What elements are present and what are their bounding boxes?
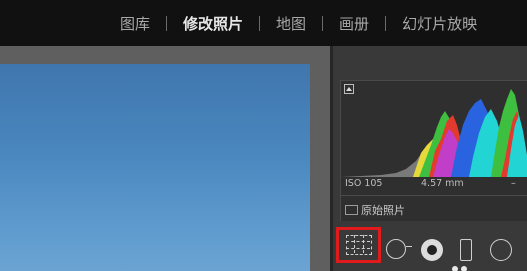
- aperture-value: –: [511, 178, 516, 189]
- module-separator: [259, 15, 261, 31]
- histogram-graph: [341, 89, 527, 177]
- iso-value: ISO 105: [345, 178, 383, 189]
- histogram-panel[interactable]: ISO 105 4.57 mm – 原始照片: [340, 80, 527, 221]
- module-separator: [322, 15, 324, 31]
- shadow-clipping-icon[interactable]: [344, 84, 354, 94]
- module-picker: 图库 修改照片 地图 画册 幻灯片放映: [0, 0, 527, 46]
- red-eye-correction-tool[interactable]: [421, 239, 443, 261]
- lightroom-window: 图库 修改照片 地图 画册 幻灯片放映 ISO 105 4.57 mm – 原始…: [0, 0, 527, 271]
- exif-divider: [341, 195, 527, 196]
- graduated-filter-tool[interactable]: [460, 239, 472, 261]
- crop-overlay-icon: [345, 235, 372, 255]
- image-canvas: [0, 46, 330, 271]
- red-eye-correction-icon: [427, 245, 437, 255]
- radial-filter-tool[interactable]: [490, 239, 512, 261]
- module-separator: [385, 15, 387, 31]
- module-separator: [166, 15, 168, 31]
- module-map[interactable]: 地图: [268, 13, 314, 34]
- spot-removal-arrow: [406, 246, 412, 247]
- module-book[interactable]: 画册: [331, 13, 377, 34]
- original-photo-label: 原始照片: [361, 204, 405, 217]
- module-library[interactable]: 图库: [112, 13, 158, 34]
- crop-overlay-tool[interactable]: [336, 227, 381, 263]
- original-photo-checkbox[interactable]: [345, 205, 358, 215]
- photo-preview[interactable]: [0, 64, 310, 271]
- panel-indicator-dots: [452, 264, 470, 271]
- panel-divider[interactable]: [330, 46, 333, 271]
- right-panel: ISO 105 4.57 mm – 原始照片: [330, 46, 527, 271]
- spot-removal-tool[interactable]: [386, 237, 414, 265]
- exif-info: ISO 105 4.57 mm –: [345, 178, 525, 192]
- focal-length-value: 4.57 mm: [421, 178, 464, 189]
- module-slideshow[interactable]: 幻灯片放映: [394, 13, 485, 34]
- spot-removal-icon: [386, 239, 406, 259]
- module-develop[interactable]: 修改照片: [175, 13, 251, 34]
